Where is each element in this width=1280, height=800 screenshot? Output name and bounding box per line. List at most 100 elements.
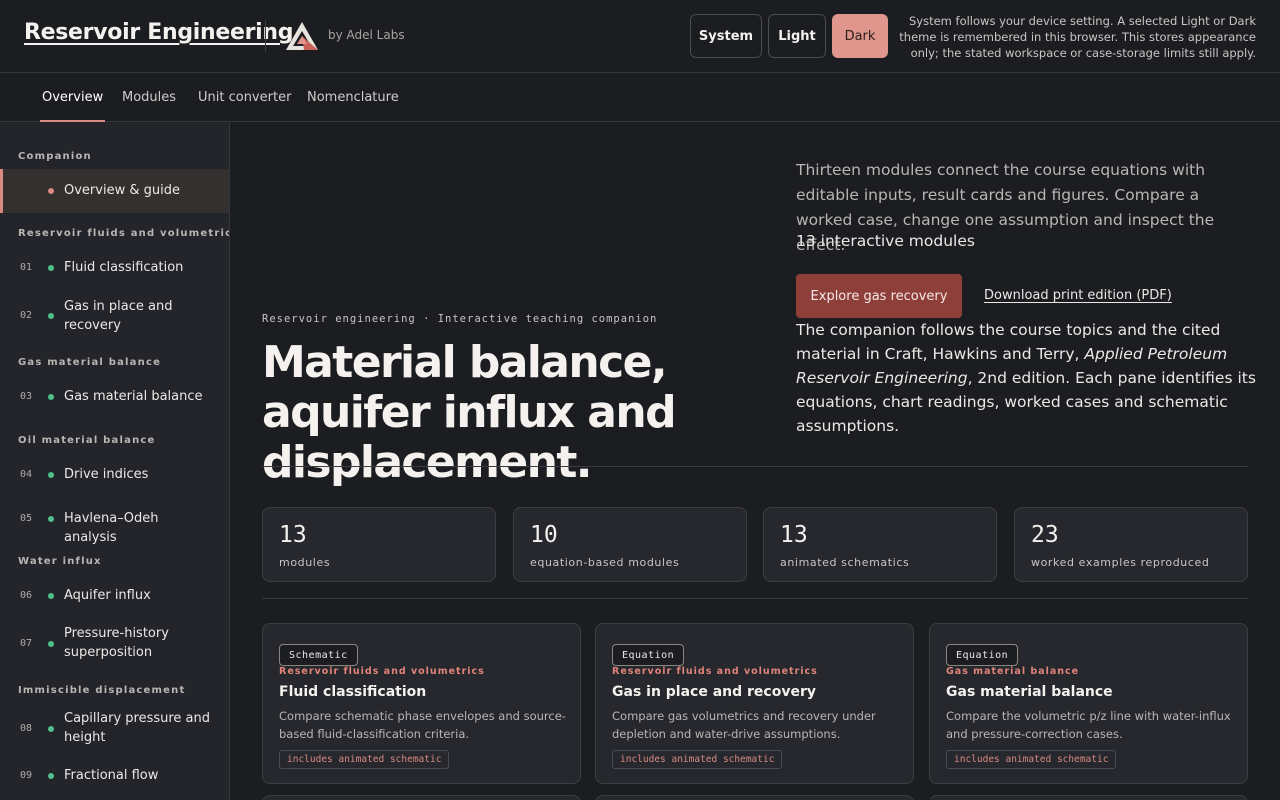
sidebar-item-number: 05 [20, 513, 33, 524]
sidebar-item-number: 01 [20, 262, 33, 273]
stat-card-modules: 13 modules [262, 507, 496, 582]
tab-unit-converter[interactable]: Unit converter [198, 73, 291, 121]
card-type-badge: Equation [946, 644, 1019, 666]
sidebar-item-number: 09 [20, 770, 33, 781]
main-tabs: Overview Modules Unit converter Nomencla… [0, 73, 1280, 122]
module-card-fluid-classification[interactable]: Schematic Reservoir fluids and volumetri… [262, 623, 581, 784]
module-card-gas-material-balance[interactable]: Equation Gas material balance Gas materi… [929, 623, 1248, 784]
divider [262, 598, 1248, 599]
card-category: Reservoir fluids and volumetrics [279, 666, 485, 677]
stat-value: 13 [780, 522, 808, 548]
sidebar-item-superposition[interactable]: 07 Pressure-history superposition [0, 620, 229, 668]
sidebar-item-label: Pressure-history superposition [64, 626, 169, 660]
sidebar-item-overview[interactable]: Overview & guide [0, 169, 229, 213]
status-dot-icon [48, 641, 54, 647]
sidebar-item-number: 02 [20, 310, 33, 321]
byline: by Adel Labs [328, 28, 405, 42]
theme-note: System follows your device setting. A se… [899, 14, 1256, 60]
card-type-badge: Equation [612, 644, 685, 666]
sidebar-item-label: Gas in place and recovery [64, 299, 173, 333]
active-dot-icon [48, 188, 54, 194]
divider [262, 466, 1248, 467]
card-tag: includes animated schematic [279, 750, 450, 769]
sidebar-item-label: Fluid classification [64, 260, 184, 275]
download-pdf-link[interactable]: Download print edition (PDF) [984, 288, 1172, 303]
status-dot-icon [48, 472, 54, 478]
sidebar: Companion Overview & guide Reservoir flu… [0, 122, 230, 800]
status-dot-icon [48, 394, 54, 400]
sidebar-group-gas-mb: Gas material balance [18, 357, 162, 368]
main-content: Reservoir engineering · Interactive teac… [230, 122, 1280, 800]
stat-label: modules [279, 556, 331, 569]
status-dot-icon [48, 265, 54, 271]
card-title: Fluid classification [279, 684, 427, 700]
sidebar-item-fluid-classification[interactable]: 01 Fluid classification [0, 250, 229, 286]
theme-dark-button[interactable]: Dark [832, 14, 888, 58]
sidebar-group-fluids: Reservoir fluids and volumetrics [18, 228, 230, 239]
tab-modules[interactable]: Modules [122, 73, 176, 121]
sidebar-group-companion: Companion [18, 151, 92, 162]
sidebar-item-gas-in-place[interactable]: 02 Gas in place and recovery [0, 292, 229, 340]
card-description: Compare gas volumetrics and recovery und… [612, 709, 876, 741]
sidebar-item-label: Capillary pressure and height [64, 711, 211, 745]
stat-card-equation-modules: 10 equation-based modules [513, 507, 747, 582]
stat-label: equation-based modules [530, 556, 680, 569]
sidebar-item-number: 04 [20, 469, 33, 480]
status-dot-icon [48, 516, 54, 522]
card-category: Gas material balance [946, 666, 1080, 677]
status-dot-icon [48, 726, 54, 732]
sidebar-item-havlena-odeh[interactable]: 05 Havlena–Odeh analysis [0, 501, 229, 545]
status-dot-icon [48, 593, 54, 599]
theme-light-button[interactable]: Light [768, 14, 826, 58]
sidebar-item-drive-indices[interactable]: 04 Drive indices [0, 457, 229, 493]
card-title: Gas in place and recovery [612, 684, 816, 700]
stat-card-animated-schematics: 13 animated schematics [763, 507, 997, 582]
sidebar-item-number: 03 [20, 391, 33, 402]
card-description: Compare schematic phase envelopes and so… [279, 709, 566, 741]
tab-overview[interactable]: Overview [39, 73, 106, 122]
sidebar-item-capillary-pressure[interactable]: 08 Capillary pressure and height [0, 705, 229, 753]
module-card-next-row[interactable] [595, 795, 914, 800]
status-dot-icon [48, 773, 54, 779]
sidebar-item-number: 06 [20, 590, 33, 601]
status-dot-icon [48, 313, 54, 319]
module-card-next-row[interactable] [262, 795, 581, 800]
card-description: Compare the volumetric p/z line with wat… [946, 709, 1231, 741]
sidebar-group-water-influx: Water influx [18, 556, 102, 567]
card-tag: includes animated schematic [946, 750, 1117, 769]
theme-system-button[interactable]: System [690, 14, 762, 58]
stat-card-worked-examples: 23 worked examples reproduced [1014, 507, 1248, 582]
modules-count: 13 interactive modules [796, 232, 975, 250]
tab-nomenclature[interactable]: Nomenclature [307, 73, 399, 121]
stat-value: 23 [1031, 522, 1059, 548]
top-bar: Reservoir Engineering by Adel Labs Syste… [0, 0, 1280, 73]
sidebar-group-immiscible: Immiscible displacement [18, 685, 186, 696]
module-card-gas-in-place[interactable]: Equation Reservoir fluids and volumetric… [595, 623, 914, 784]
citation-text: The companion follows the course topics … [796, 318, 1256, 438]
sidebar-item-label: Havlena–Odeh analysis [64, 511, 159, 545]
sidebar-group-oil-mb: Oil material balance [18, 435, 156, 446]
sidebar-item-gas-material-balance[interactable]: 03 Gas material balance [0, 379, 229, 415]
triangle-logo-icon [286, 22, 318, 50]
sidebar-item-fractional-flow[interactable]: 09 Fractional flow [0, 758, 229, 794]
sidebar-item-aquifer-influx[interactable]: 06 Aquifer influx [0, 578, 229, 614]
hero-eyebrow: Reservoir engineering · Interactive teac… [262, 313, 658, 325]
sidebar-item-label: Gas material balance [64, 389, 203, 404]
card-category: Reservoir fluids and volumetrics [612, 666, 818, 677]
sidebar-item-label: Overview & guide [64, 183, 180, 198]
stat-value: 13 [279, 522, 307, 548]
card-title: Gas material balance [946, 684, 1113, 700]
sidebar-item-number: 08 [20, 723, 33, 734]
stat-label: worked examples reproduced [1031, 556, 1210, 569]
explore-gas-recovery-button[interactable]: Explore gas recovery [796, 274, 962, 318]
stat-label: animated schematics [780, 556, 910, 569]
card-type-badge: Schematic [279, 644, 358, 666]
sidebar-item-label: Drive indices [64, 467, 149, 482]
sidebar-item-label: Fractional flow [64, 768, 159, 783]
sidebar-item-label: Aquifer influx [64, 588, 151, 603]
app-title[interactable]: Reservoir Engineering [24, 20, 294, 45]
sidebar-item-number: 07 [20, 638, 33, 649]
card-tag: includes animated schematic [612, 750, 783, 769]
module-card-next-row[interactable] [929, 795, 1248, 800]
brand-divider [265, 20, 266, 52]
